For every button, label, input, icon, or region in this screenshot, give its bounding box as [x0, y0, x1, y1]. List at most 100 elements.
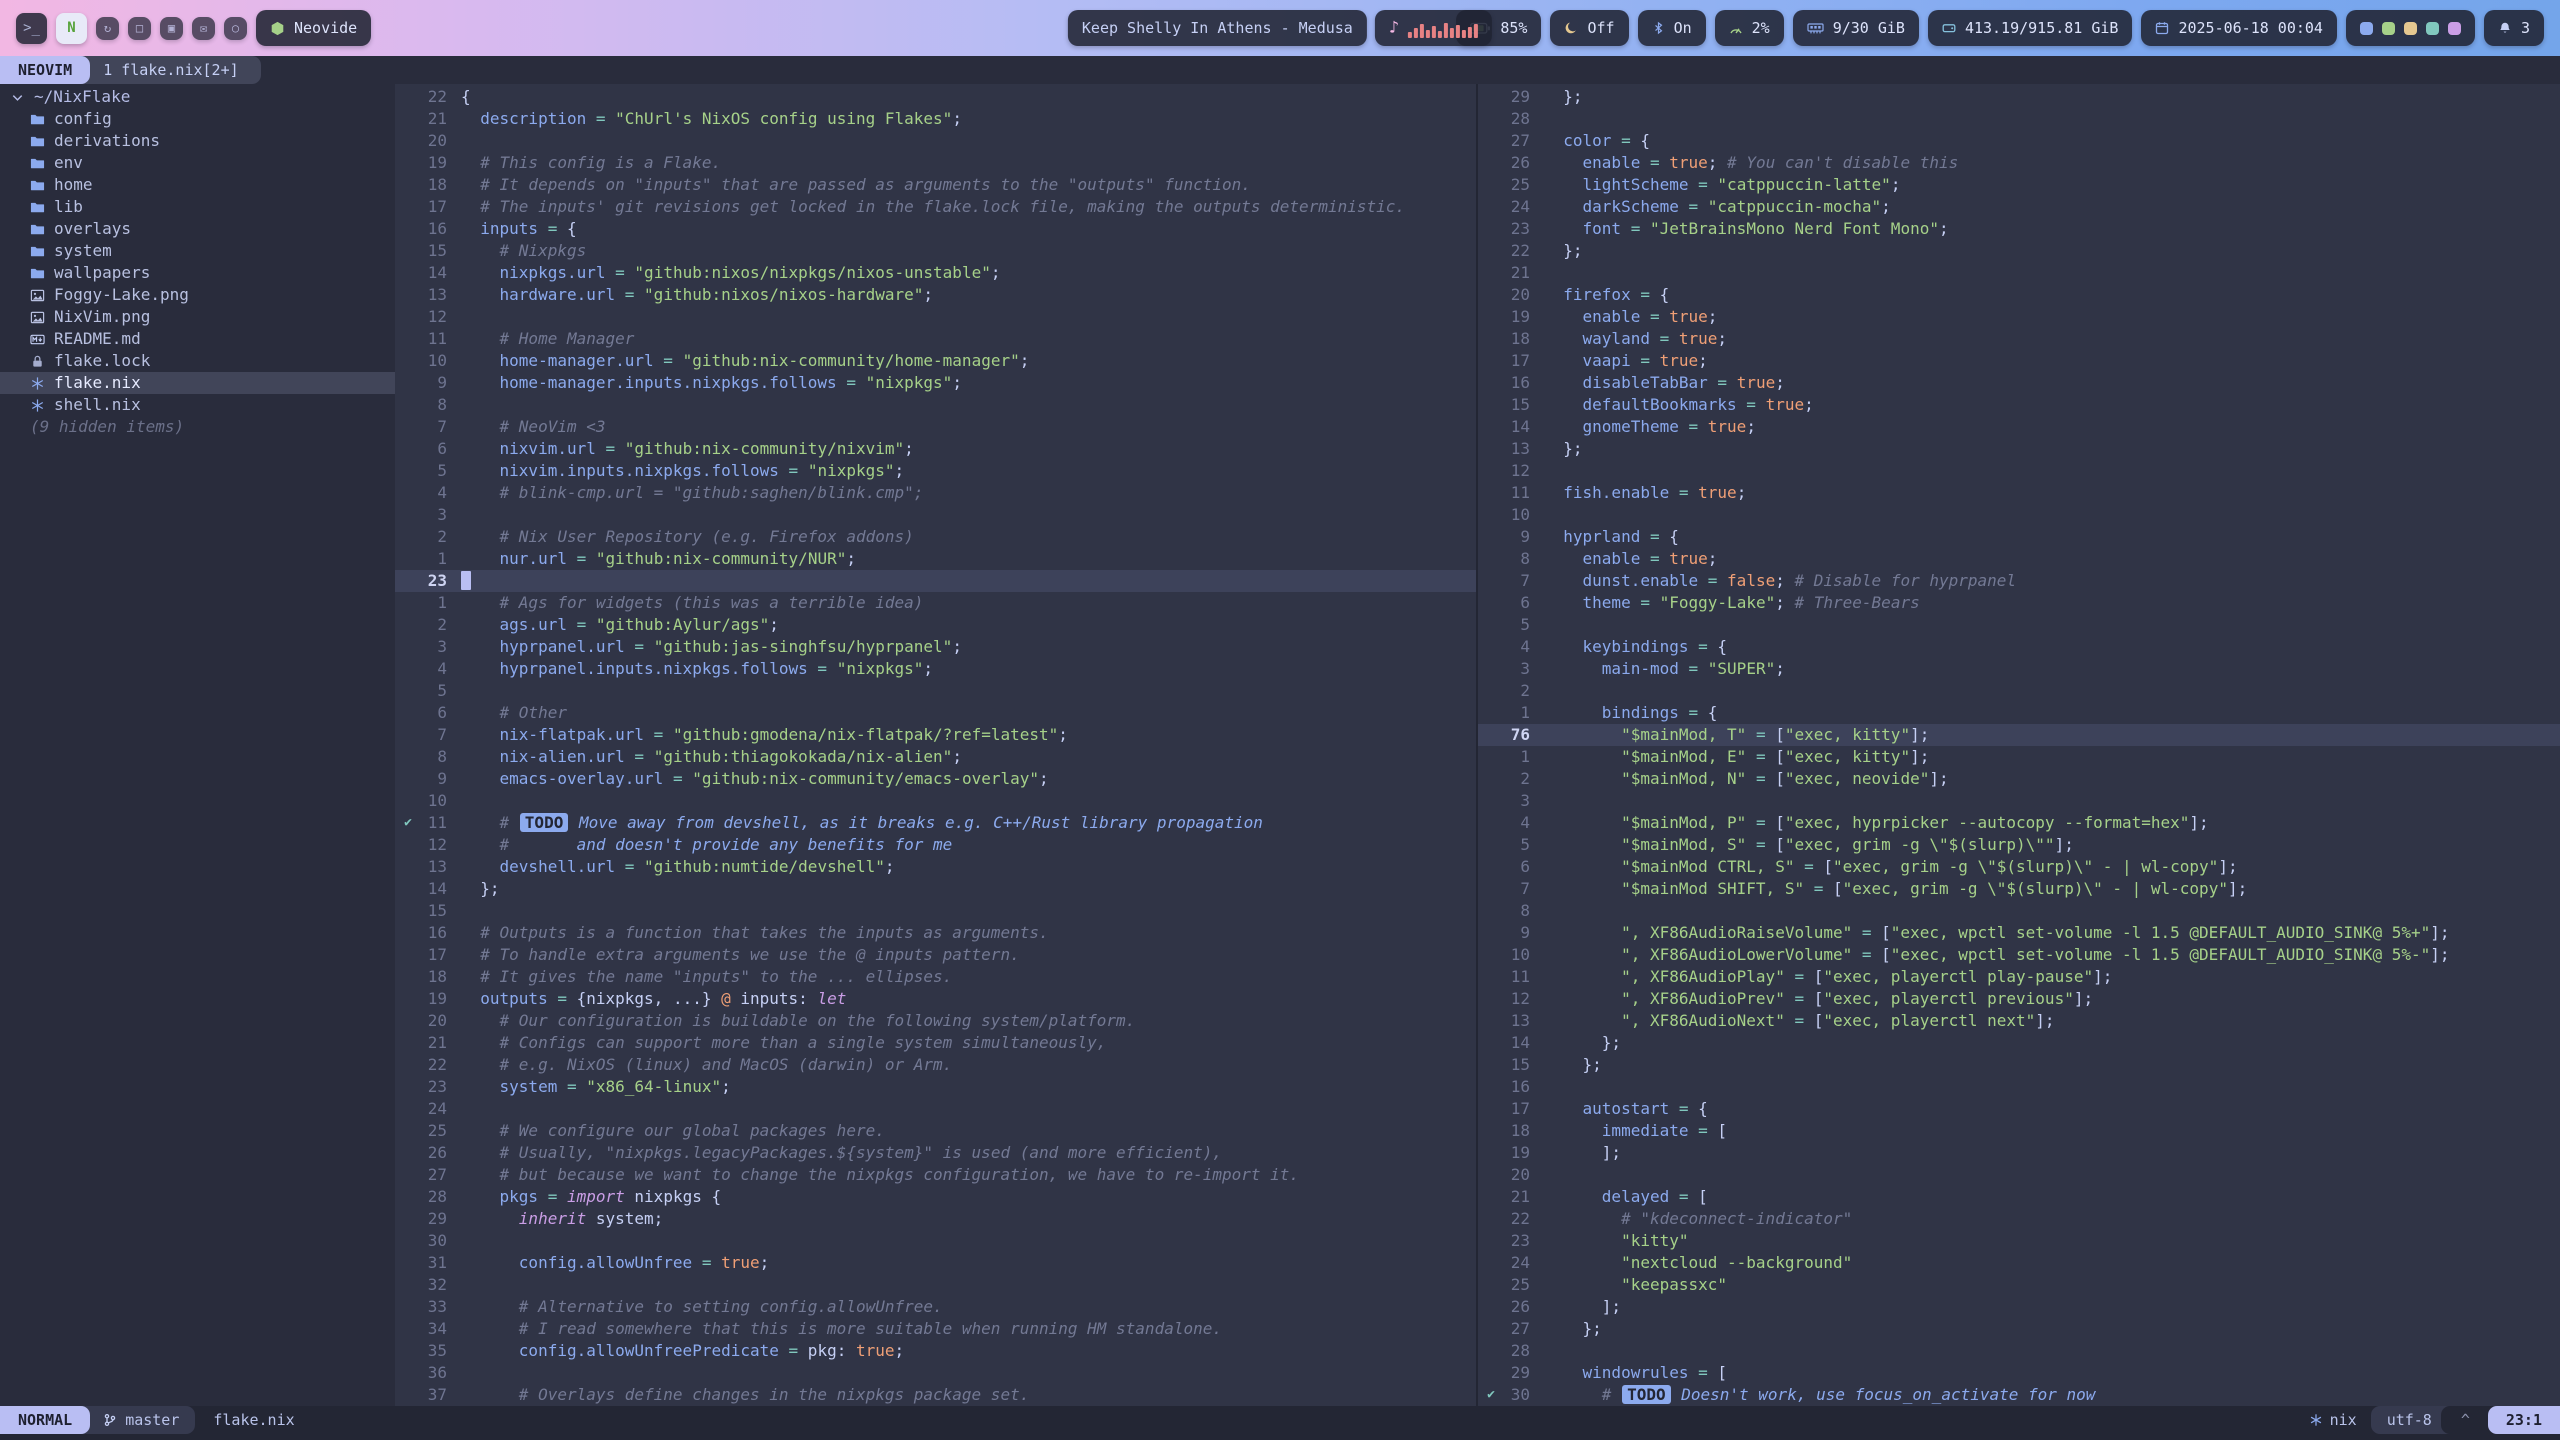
- code-line[interactable]: 8 nix-alien.url = "github:thiagokokada/n…: [395, 746, 1476, 768]
- code-line[interactable]: 18 wayland = true;: [1478, 328, 2560, 350]
- code-line[interactable]: 9 home-manager.inputs.nixpkgs.follows = …: [395, 372, 1476, 394]
- code-line[interactable]: 3 hyprpanel.url = "github:jas-singhfsu/h…: [395, 636, 1476, 658]
- workspace-terminal[interactable]: >_: [16, 13, 47, 44]
- tree-item-derivations[interactable]: derivations: [0, 130, 395, 152]
- code-line[interactable]: 26 enable = true; # You can't disable th…: [1478, 152, 2560, 174]
- code-line[interactable]: 17 # To handle extra arguments we use th…: [395, 944, 1476, 966]
- tray-drop-icon[interactable]: [2426, 22, 2439, 35]
- code-line[interactable]: 12 ", XF86AudioPrev" = ["exec, playerctl…: [1478, 988, 2560, 1010]
- code-line[interactable]: 34 # I read somewhere that this is more …: [395, 1318, 1476, 1340]
- code-line[interactable]: 14 };: [395, 878, 1476, 900]
- code-line[interactable]: 15 defaultBookmarks = true;: [1478, 394, 2560, 416]
- code-line[interactable]: 32: [395, 1274, 1476, 1296]
- code-line[interactable]: 19 # This config is a Flake.: [395, 152, 1476, 174]
- git-branch-segment[interactable]: master: [81, 1406, 195, 1434]
- code-line[interactable]: 36: [395, 1362, 1476, 1384]
- code-line[interactable]: 35 config.allowUnfreePredicate = pkg: tr…: [395, 1340, 1476, 1362]
- code-line[interactable]: 26 # Usually, "nixpkgs.legacyPackages.${…: [395, 1142, 1476, 1164]
- code-line[interactable]: 6 nixvim.url = "github:nix-community/nix…: [395, 438, 1476, 460]
- code-line[interactable]: 11 ", XF86AudioPlay" = ["exec, playerctl…: [1478, 966, 2560, 988]
- disk-module[interactable]: 413.19/915.81 GiB: [1928, 10, 2133, 46]
- code-line[interactable]: 24: [395, 1098, 1476, 1120]
- tray-keyboard-icon[interactable]: [2360, 22, 2373, 35]
- code-line[interactable]: 18 # It gives the name "inputs" to the .…: [395, 966, 1476, 988]
- code-line[interactable]: 27 color = {: [1478, 130, 2560, 152]
- idle-inhibitor-module[interactable]: Off: [1550, 10, 1628, 46]
- code-line[interactable]: 31 config.allowUnfree = true;: [395, 1252, 1476, 1274]
- code-line[interactable]: 25 # We configure our global packages he…: [395, 1120, 1476, 1142]
- code-line[interactable]: 5 "$mainMod, S" = ["exec, grim -g \"$(sl…: [1478, 834, 2560, 856]
- code-line[interactable]: 15: [395, 900, 1476, 922]
- code-line[interactable]: 21 delayed = [: [1478, 1186, 2560, 1208]
- tree-item-README.md[interactable]: README.md: [0, 328, 395, 350]
- code-line[interactable]: 8: [395, 394, 1476, 416]
- code-line[interactable]: 14 nixpkgs.url = "github:nixos/nixpkgs/n…: [395, 262, 1476, 284]
- code-line[interactable]: 9 ", XF86AudioRaiseVolume" = ["exec, wpc…: [1478, 922, 2560, 944]
- code-line[interactable]: 4 keybindings = {: [1478, 636, 2560, 658]
- code-line[interactable]: 3 main-mod = "SUPER";: [1478, 658, 2560, 680]
- code-line[interactable]: 20 # Our configuration is buildable on t…: [395, 1010, 1476, 1032]
- workspace-mail[interactable]: ✉: [192, 17, 215, 40]
- code-line[interactable]: 23 system = "x86_64-linux";: [395, 1076, 1476, 1098]
- code-line[interactable]: 2: [1478, 680, 2560, 702]
- code-line[interactable]: 2 ags.url = "github:Aylur/ags";: [395, 614, 1476, 636]
- code-line[interactable]: 14 gnomeTheme = true;: [1478, 416, 2560, 438]
- code-line[interactable]: 18 # It depends on "inputs" that are pas…: [395, 174, 1476, 196]
- code-line[interactable]: 22 # "kdeconnect-indicator": [1478, 1208, 2560, 1230]
- code-line[interactable]: 3: [395, 504, 1476, 526]
- tree-item-wallpapers[interactable]: wallpapers: [0, 262, 395, 284]
- code-line[interactable]: 33 # Alternative to setting config.allow…: [395, 1296, 1476, 1318]
- code-line[interactable]: 1 bindings = {: [1478, 702, 2560, 724]
- tree-item-flake.nix[interactable]: flake.nix: [0, 372, 395, 394]
- clock-module[interactable]: 2025-06-18 00:04: [2141, 10, 2337, 46]
- code-line[interactable]: 5: [1478, 614, 2560, 636]
- code-line[interactable]: 28 pkgs = import nixpkgs {: [395, 1186, 1476, 1208]
- code-line[interactable]: 17 vaapi = true;: [1478, 350, 2560, 372]
- code-line[interactable]: 10 ", XF86AudioLowerVolume" = ["exec, wp…: [1478, 944, 2560, 966]
- code-line[interactable]: 6 # Other: [395, 702, 1476, 724]
- code-line[interactable]: 17 autostart = {: [1478, 1098, 2560, 1120]
- code-line[interactable]: ✔30 # TODO Doesn't work, use focus_on_ac…: [1478, 1384, 2560, 1406]
- code-line[interactable]: 20: [395, 130, 1476, 152]
- code-line[interactable]: ✔11 # TODO Move away from devshell, as i…: [395, 812, 1476, 834]
- code-line[interactable]: 24 darkScheme = "catppuccin-mocha";: [1478, 196, 2560, 218]
- code-line[interactable]: 21 description = "ChUrl's NixOS config u…: [395, 108, 1476, 130]
- code-line[interactable]: 5 nixvim.inputs.nixpkgs.follows = "nixpk…: [395, 460, 1476, 482]
- tab-flake-nix[interactable]: 1 flake.nix[2+]: [81, 56, 260, 84]
- code-line[interactable]: 16: [1478, 1076, 2560, 1098]
- code-line[interactable]: 13 };: [1478, 438, 2560, 460]
- notification-bell[interactable]: 3: [2484, 10, 2544, 46]
- code-line[interactable]: 16 # Outputs is a function that takes th…: [395, 922, 1476, 944]
- code-line[interactable]: 13 devshell.url = "github:numtide/devshe…: [395, 856, 1476, 878]
- code-line[interactable]: 9 emacs-overlay.url = "github:nix-commun…: [395, 768, 1476, 790]
- workspace-editor[interactable]: N: [56, 13, 87, 44]
- code-line[interactable]: 12: [1478, 460, 2560, 482]
- tree-item-lib[interactable]: lib: [0, 196, 395, 218]
- code-line[interactable]: 6 theme = "Foggy-Lake"; # Three-Bears: [1478, 592, 2560, 614]
- code-line[interactable]: 7 "$mainMod SHIFT, S" = ["exec, grim -g …: [1478, 878, 2560, 900]
- code-line[interactable]: 10 home-manager.url = "github:nix-commun…: [395, 350, 1476, 372]
- tray-power-icon[interactable]: [2448, 22, 2461, 35]
- code-line[interactable]: 13 hardware.url = "github:nixos/nixos-ha…: [395, 284, 1476, 306]
- code-line[interactable]: 29 windowrules = [: [1478, 1362, 2560, 1384]
- code-line[interactable]: 28: [1478, 1340, 2560, 1362]
- code-line[interactable]: 23 font = "JetBrainsMono Nerd Font Mono"…: [1478, 218, 2560, 240]
- tray-shield-check-icon[interactable]: [2382, 22, 2395, 35]
- code-line[interactable]: 4 "$mainMod, P" = ["exec, hyprpicker --a…: [1478, 812, 2560, 834]
- memory-module[interactable]: 9/30 GiB: [1793, 10, 1919, 46]
- code-line[interactable]: 3: [1478, 790, 2560, 812]
- code-line[interactable]: 30: [395, 1230, 1476, 1252]
- code-line[interactable]: 37 # Overlays define changes in the nixp…: [395, 1384, 1476, 1406]
- code-line[interactable]: 19 outputs = {nixpkgs, ...} @ inputs: le…: [395, 988, 1476, 1010]
- code-line[interactable]: 27 # but because we want to change the n…: [395, 1164, 1476, 1186]
- tree-root[interactable]: ~/NixFlake: [0, 86, 395, 108]
- tree-item-overlays[interactable]: overlays: [0, 218, 395, 240]
- bluetooth-module[interactable]: On: [1638, 10, 1706, 46]
- code-line[interactable]: 11 fish.enable = true;: [1478, 482, 2560, 504]
- code-line[interactable]: 22 };: [1478, 240, 2560, 262]
- media-title[interactable]: Keep Shelly In Athens - Medusa: [1068, 10, 1367, 46]
- code-line[interactable]: 10: [1478, 504, 2560, 526]
- neovide-indicator[interactable]: Neovide: [256, 10, 371, 46]
- code-line[interactable]: 8 enable = true;: [1478, 548, 2560, 570]
- code-line[interactable]: 25 lightScheme = "catppuccin-latte";: [1478, 174, 2560, 196]
